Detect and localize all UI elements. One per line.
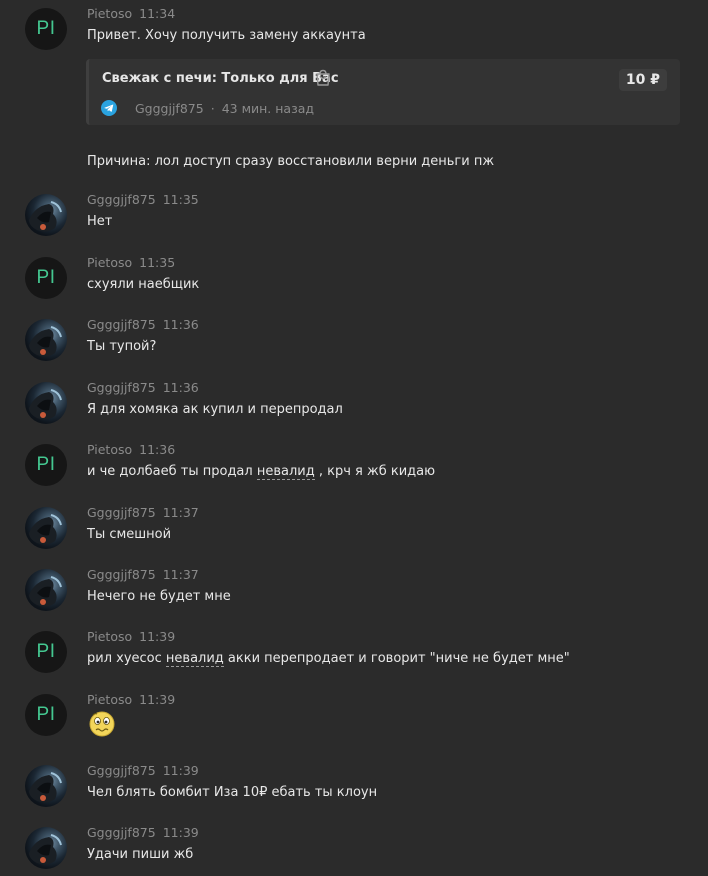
message-meta: Ggggjjf875 11:37: [87, 505, 199, 520]
avatar-image: [29, 514, 62, 545]
message-time: 11:36: [162, 317, 199, 332]
avatar[interactable]: [25, 765, 67, 807]
order-title[interactable]: Свежак с печи: Только для Вас: [102, 71, 339, 86]
message-text: Нечего не будет мне: [87, 589, 231, 604]
author-name[interactable]: Ggggjjf875: [87, 763, 156, 778]
avatar-image: [29, 576, 62, 607]
message-time: 11:37: [162, 567, 199, 582]
message-text: Чел блять бомбит Иза 10₽ ебать ты клоун: [87, 785, 378, 800]
message-meta: Pietoso 11:39: [87, 629, 175, 644]
message-text: Ты тупой?: [87, 339, 157, 354]
avatar[interactable]: [25, 382, 67, 424]
author-name[interactable]: Ggggjjf875: [87, 505, 156, 520]
chat-log: PI Pietoso 11:34 Привет. Хочу получить за…: [0, 0, 708, 876]
avatar[interactable]: PI: [25, 694, 67, 736]
order-meta: Ggggjjf875 · 43 мин. назад: [101, 100, 314, 116]
avatar[interactable]: PI: [25, 444, 67, 486]
avatar[interactable]: PI: [25, 631, 67, 673]
buyer-name[interactable]: Ggggjjf875: [135, 101, 204, 116]
glossary-term-link[interactable]: невалид: [165, 651, 224, 667]
message-time: 11:39: [139, 629, 176, 644]
author-name[interactable]: Ggggjjf875: [87, 825, 156, 840]
avatar-image: [29, 772, 62, 803]
text-segment: , крч я жб кидаю: [314, 464, 436, 479]
avatar-image: [29, 834, 62, 865]
message-text: рил хуесос невалид акки перепродает и го…: [87, 651, 570, 667]
avatar[interactable]: [25, 827, 67, 869]
avatar[interactable]: [25, 319, 67, 361]
avatar[interactable]: [25, 194, 67, 236]
message-time: 11:35: [139, 255, 176, 270]
avatar[interactable]: PI: [25, 257, 67, 299]
message-time: 11:39: [162, 763, 199, 778]
avatar-image: [29, 326, 62, 357]
message-meta: Ggggjjf875 11:36: [87, 380, 199, 395]
author-name[interactable]: Pietoso: [87, 255, 132, 270]
author-name[interactable]: Pietoso: [87, 692, 132, 707]
message-text: Удачи пиши жб: [87, 847, 194, 862]
message-time: 11:35: [162, 192, 199, 207]
author-name[interactable]: Pietoso: [87, 6, 132, 21]
separator-dot: ·: [210, 100, 215, 116]
message-meta: Pietoso 11:34: [87, 6, 175, 21]
message-time: 11:39: [162, 825, 199, 840]
order-time-ago: 43 мин. назад: [221, 100, 315, 116]
message-meta: Ggggjjf875 11:37: [87, 567, 199, 582]
avatar[interactable]: PI: [25, 8, 67, 50]
author-name[interactable]: Ggggjjf875: [87, 317, 156, 332]
avatar[interactable]: [25, 507, 67, 549]
glossary-term-link[interactable]: невалид: [256, 464, 315, 480]
message-time: 11:36: [162, 380, 199, 395]
avatar-image: [29, 389, 62, 420]
text-segment: и че долбаеб ты продал: [87, 464, 257, 479]
message-meta: Ggggjjf875 11:39: [87, 763, 199, 778]
text-segment: рил хуесос: [87, 651, 166, 666]
message-text: схуяли наебщик: [87, 277, 200, 292]
author-name[interactable]: Pietoso: [87, 442, 132, 457]
worried-face-emoji: [89, 711, 115, 737]
message-text: Я для хомяка ак купил и перепродал: [87, 402, 343, 417]
refund-reason: Причина: лол доступ сразу восстановили в…: [87, 154, 495, 169]
message-text: и че долбаеб ты продал невалид , крч я ж…: [87, 464, 436, 480]
message-text: Ты смешной: [87, 527, 172, 542]
message-meta: Ggggjjf875 11:35: [87, 192, 199, 207]
message-meta: Ggggjjf875 11:36: [87, 317, 199, 332]
shopping-bag-icon: [316, 69, 330, 86]
avatar[interactable]: [25, 569, 67, 611]
message-time: 11:37: [162, 505, 199, 520]
author-name[interactable]: Ggggjjf875: [87, 380, 156, 395]
text-segment: акки перепродает и говорит "ниче не буде…: [223, 651, 570, 666]
message-time: 11:36: [139, 442, 176, 457]
message-meta: Pietoso 11:36: [87, 442, 175, 457]
price-badge: 10 ₽: [618, 69, 667, 91]
message-meta: Pietoso 11:39: [87, 692, 175, 707]
message-meta: Pietoso 11:35: [87, 255, 175, 270]
telegram-icon: [101, 100, 117, 116]
message-text: Привет. Хочу получить замену аккаунта: [87, 28, 366, 43]
author-name[interactable]: Pietoso: [87, 629, 132, 644]
avatar-image: [29, 201, 62, 232]
message-time: 11:39: [139, 692, 176, 707]
message-time: 11:34: [139, 6, 176, 21]
message-text: Нет: [87, 214, 113, 229]
message-meta: Ggggjjf875 11:39: [87, 825, 199, 840]
author-name[interactable]: Ggggjjf875: [87, 567, 156, 582]
order-card[interactable]: Свежак с печи: Только для Вас Ggggjjf875…: [86, 59, 680, 125]
author-name[interactable]: Ggggjjf875: [87, 192, 156, 207]
